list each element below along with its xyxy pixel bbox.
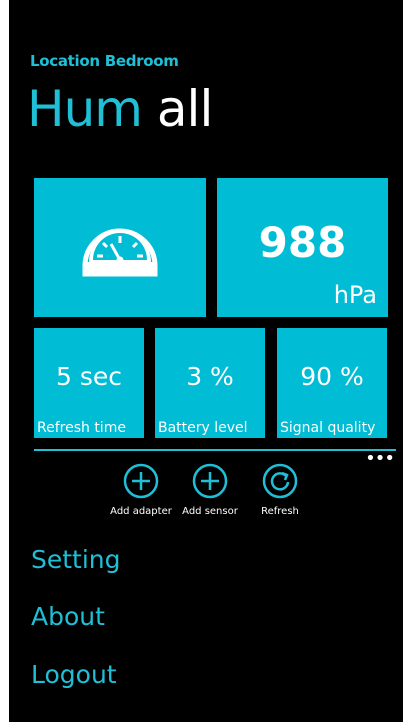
menu-item-setting[interactable]: Setting: [31, 545, 121, 574]
pressure-value: 988: [258, 218, 347, 267]
pivot-item-hum[interactable]: Hum: [27, 80, 143, 138]
phone-screen: Location Bedroom Hum all 988 hPa 5 sec R…: [9, 0, 403, 722]
add-sensor-button[interactable]: Add sensor: [176, 463, 244, 517]
refresh-time-label: Refresh time: [37, 420, 126, 436]
signal-quality-label: Signal quality: [280, 420, 376, 436]
refresh-icon: [262, 463, 298, 499]
battery-level-value: 3 %: [186, 362, 234, 391]
refresh-button[interactable]: Refresh: [246, 463, 314, 517]
plus-circle-icon: [192, 463, 228, 499]
plus-circle-icon: [123, 463, 159, 499]
appbar-divider: [34, 449, 396, 451]
pressure-tile[interactable]: 988 hPa: [217, 178, 388, 317]
gauge-tile[interactable]: [34, 178, 206, 317]
more-options-button[interactable]: •••: [365, 450, 395, 468]
refresh-time-tile[interactable]: 5 sec Refresh time: [34, 328, 144, 438]
pressure-unit: hPa: [333, 281, 377, 309]
location-label: Location Bedroom: [30, 52, 179, 70]
signal-quality-value: 90 %: [300, 362, 364, 391]
add-adapter-button[interactable]: Add adapter: [107, 463, 175, 517]
pivot-header: Hum all: [27, 78, 213, 140]
battery-level-tile[interactable]: 3 % Battery level: [155, 328, 265, 438]
pivot-item-all[interactable]: all: [157, 80, 213, 138]
add-adapter-label: Add adapter: [110, 506, 172, 517]
add-sensor-label: Add sensor: [182, 506, 238, 517]
battery-level-label: Battery level: [158, 420, 248, 436]
gauge-icon: [82, 228, 158, 276]
refresh-time-value: 5 sec: [55, 362, 122, 391]
menu-item-logout[interactable]: Logout: [31, 660, 117, 689]
menu-item-about[interactable]: About: [31, 602, 105, 631]
refresh-label: Refresh: [261, 506, 299, 517]
signal-quality-tile[interactable]: 90 % Signal quality: [277, 328, 387, 438]
